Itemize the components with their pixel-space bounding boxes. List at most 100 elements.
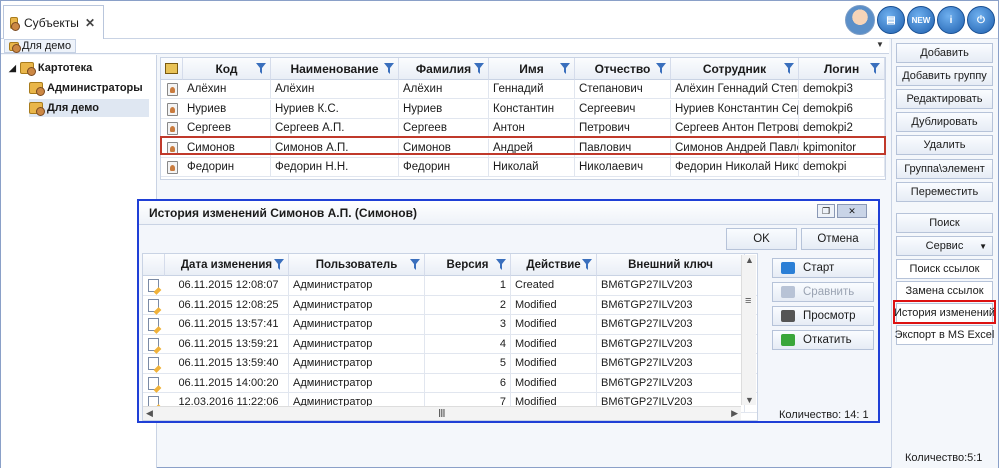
history-column-header[interactable]: Внешний ключ [597,254,745,276]
filter-icon[interactable] [256,63,266,74]
filter-icon[interactable] [582,259,592,270]
power-icon[interactable]: ⏻ [967,6,995,34]
tree-node-admins[interactable]: Администраторы [29,79,143,97]
column-header-label: Дата изменения [180,258,273,271]
top-bar: Субъекты ✕ ▤ NEW i ⏻ [1,1,998,39]
column-header-label: Сотрудник [702,61,767,76]
history-cell: Администратор [289,334,425,354]
history-row[interactable]: 06.11.2015 14:00:20 Администратор 6 Modifie… [143,373,757,393]
history-column-header[interactable]: Дата изменения [165,254,289,276]
filter-icon[interactable] [410,259,420,270]
column-header[interactable]: Код [183,58,271,80]
history-cell: BM6TGP27ILV203 [597,354,745,373]
close-icon[interactable]: ✕ [85,16,95,30]
history-row[interactable]: 06.11.2015 13:57:41 Администратор 3 Modifie… [143,315,757,335]
delete-button[interactable]: Удалить [896,135,993,155]
tab-subjects[interactable]: Субъекты ✕ [3,5,104,39]
document-edit-icon [148,298,159,312]
folder-user-icon [9,41,21,53]
service-dropdown[interactable]: Сервис ▼ [896,236,993,256]
table-row[interactable]: Федорин Федорин Н.Н. Федорин Николай Николае… [161,158,885,177]
history-row[interactable]: 06.11.2015 13:59:40 Администратор 5 Modifie… [143,354,757,374]
restore-icon[interactable]: ❐ [817,204,835,218]
add-group-button[interactable]: Добавить группу [896,66,993,86]
info-icon[interactable]: i [937,6,965,34]
history-row[interactable]: 06.11.2015 12:08:25 Администратор 2 Modifie… [143,295,757,315]
avatar-icon[interactable] [845,5,875,35]
scroll-grip-icon[interactable]: ≡ [745,295,751,307]
vertical-scrollbar[interactable]: ▲ ≡ ▼ [741,255,756,405]
menu-change-history[interactable]: История изменений [894,303,995,323]
scroll-right-icon[interactable]: ▶ [731,408,738,419]
table-row[interactable]: Нуриев Нуриев К.С. Нуриев Константин Сергеев… [161,99,885,119]
menu-replace-links[interactable]: Замена ссылок [896,281,993,301]
menu-find-links[interactable]: Поиск ссылок [896,259,993,279]
column-header[interactable]: Наименование [271,58,399,80]
history-count: Количество: 14: 1 [779,409,869,421]
add-button[interactable]: Добавить [896,43,993,63]
filter-icon[interactable] [784,63,794,74]
news-icon[interactable]: NEW [907,6,935,34]
add-row-icon[interactable] [161,58,183,80]
tree-node-label: Для демо [47,102,99,114]
filter-icon[interactable] [274,259,284,270]
history-cell: 06.11.2015 14:00:20 [165,373,289,393]
history-column-header[interactable]: Версия [425,254,511,276]
column-header[interactable]: Фамилия [399,58,489,80]
history-column-header[interactable]: Пользователь [289,254,425,276]
chevron-down-icon[interactable]: ▼ [876,40,884,49]
move-button[interactable]: Переместить [896,182,993,202]
subjects-table: Код Наименование Фамилия Имя Отчество Сотрудн… [160,57,886,180]
action-play-button[interactable]: Старт [772,258,874,278]
duplicate-button[interactable]: Дублировать [896,112,993,132]
table-cell: Нуриев [183,99,271,119]
history-row[interactable]: 06.11.2015 13:59:21 Администратор 4 Modifie… [143,334,757,354]
tree-node-demo[interactable]: Для демо [29,99,149,117]
column-header[interactable]: Отчество [575,58,671,80]
column-header[interactable]: Имя [489,58,575,80]
cancel-button[interactable]: Отмена [801,228,875,250]
group-element-button[interactable]: Группа\элемент [896,159,993,179]
history-cell: Администратор [289,354,425,373]
action-view-button[interactable]: Просмотр [772,306,874,326]
history-cell: Администратор [289,373,425,393]
action-label: Откатить [803,334,852,346]
menu-export-excel[interactable]: Экспорт в MS Excel [895,325,994,345]
book-icon[interactable]: ▤ [877,6,905,34]
history-column-header[interactable]: Действие [511,254,597,276]
scroll-grip-icon[interactable]: Ⅲ [438,407,446,420]
document-edit-icon [148,318,159,331]
column-header[interactable]: Сотрудник [671,58,799,80]
history-cell: Modified [511,354,597,373]
filter-icon[interactable] [656,63,666,74]
collapse-icon[interactable]: ◢ [9,63,16,74]
filter-icon[interactable] [474,63,484,74]
tree-node-root[interactable]: ◢ Картотека [9,59,92,77]
horizontal-scrollbar[interactable]: ◀ Ⅲ ▶ [143,406,741,420]
close-icon[interactable]: ✕ [837,204,867,218]
document-new-icon [148,279,159,292]
breadcrumb-item[interactable]: Для демо [4,39,77,53]
table-cell: Симонов А.П. [271,138,399,158]
search-button[interactable]: Поиск [896,213,993,233]
action-compare-button[interactable]: Сравнить [772,282,874,302]
filter-icon[interactable] [384,63,394,74]
ok-button[interactable]: OK [726,228,797,250]
table-row[interactable]: Симонов Симонов А.П. Симонов Андрей Павлович… [161,138,885,158]
scroll-up-icon[interactable]: ▲ [745,255,754,265]
history-row[interactable]: 06.11.2015 12:08:07 Администратор 1 Created… [143,276,757,296]
action-undo-button[interactable]: Откатить [772,330,874,350]
table-row[interactable]: Сергеев Сергеев А.П. Сергеев Антон Петрович С… [161,119,885,138]
filter-icon[interactable] [870,63,880,74]
table-row[interactable]: Алёхин Алёхин Алёхин Геннадий Степанович Алёх… [161,80,885,99]
column-header[interactable]: Логин [799,58,885,80]
column-header-label: Отчество [594,61,651,76]
row-icon-header [143,254,165,276]
filter-icon[interactable] [560,63,570,74]
scroll-down-icon[interactable]: ▼ [745,395,754,405]
scroll-left-icon[interactable]: ◀ [146,408,153,419]
filter-icon[interactable] [496,259,506,270]
edit-button[interactable]: Редактировать [896,89,993,109]
table-cell: demokpi6 [799,99,885,119]
view-icon [781,310,795,322]
